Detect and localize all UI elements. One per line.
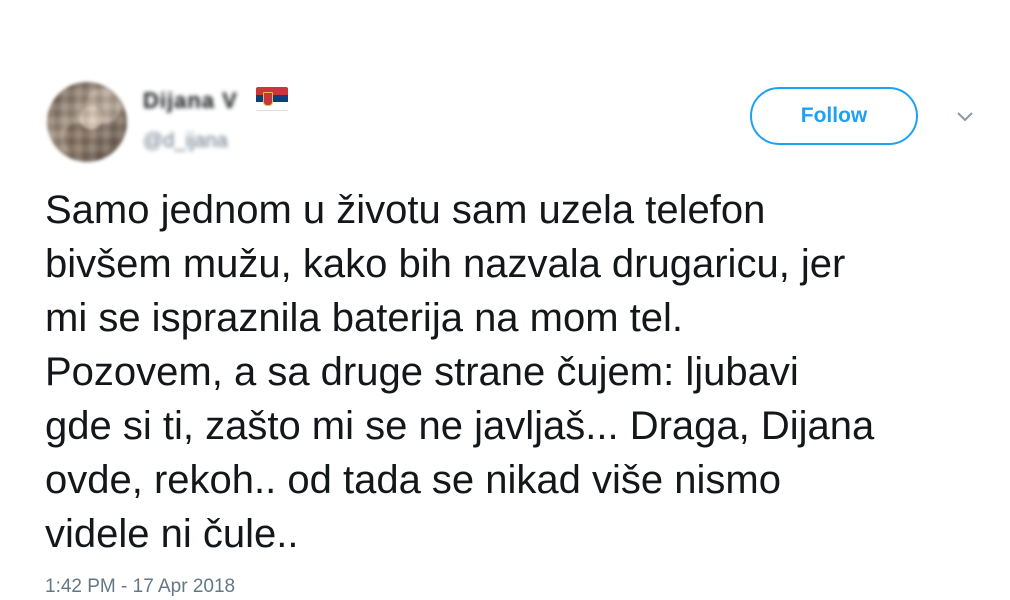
author-handle[interactable]: @d_ijana <box>143 130 228 153</box>
tweet-text-line: videle ni čule.. <box>45 512 299 556</box>
avatar-blur-overlay <box>47 82 127 162</box>
author-avatar[interactable] <box>47 82 127 162</box>
tweet-text-line: bivšem mužu, kako bih nazvala drugaricu,… <box>45 242 846 286</box>
tweet-text-line: mi se ispraznila baterija na mom tel. <box>45 296 684 340</box>
serbia-flag-icon <box>256 87 288 111</box>
tweet-card: Dijana V @d_ijana Follow Samo jednom u ž… <box>0 0 1010 600</box>
tweet-text-line: Samo jednom u životu sam uzela telefon <box>45 188 766 232</box>
follow-button[interactable]: Follow <box>750 87 918 145</box>
tweet-text: Samo jednom u životu sam uzela telefon b… <box>45 183 995 561</box>
chevron-down-icon[interactable] <box>956 110 974 124</box>
tweet-text-line: Pozovem, a sa druge strane čujem: ljubav… <box>45 350 799 394</box>
tweet-timestamp[interactable]: 1:42 PM - 17 Apr 2018 <box>45 576 235 598</box>
author-display-name[interactable]: Dijana V <box>143 88 238 114</box>
tweet-text-line: gde si ti, zašto mi se ne javljaš... Dra… <box>45 404 875 448</box>
tweet-text-line: ovde, rekoh.. od tada se nikad više nism… <box>45 458 781 502</box>
